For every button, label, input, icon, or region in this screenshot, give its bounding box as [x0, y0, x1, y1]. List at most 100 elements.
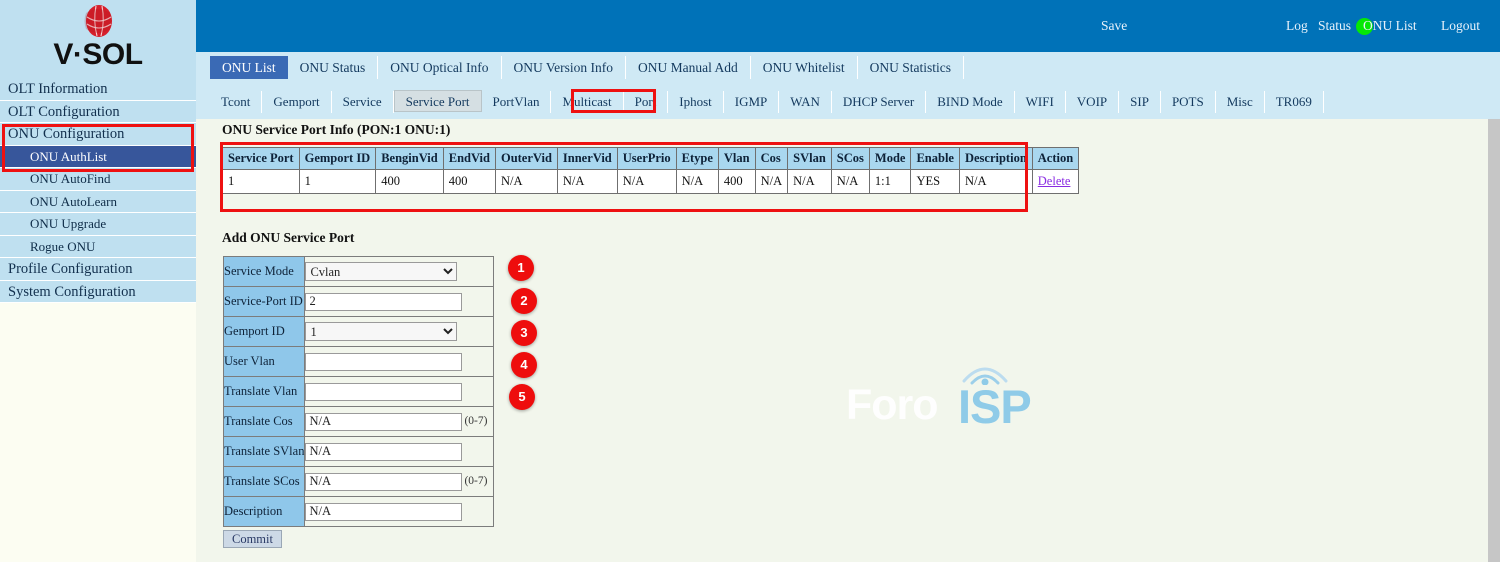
tab-tcont[interactable]: Tcont	[210, 91, 263, 113]
service-port-id-input[interactable]	[305, 292, 463, 311]
form-row-translate-svlan: Translate SVlan	[222, 436, 495, 467]
logout-link[interactable]: Logout	[1441, 18, 1480, 34]
tab-igmp[interactable]: IGMP	[723, 91, 780, 113]
tab-misc[interactable]: Misc	[1215, 91, 1265, 113]
tab-onu-list[interactable]: ONU List	[210, 56, 288, 79]
commit-button[interactable]: Commit	[223, 530, 282, 548]
form-row-translate-scos: Translate SCos (0-7)	[222, 466, 495, 497]
sidebar-item-label: Profile Configuration	[8, 261, 133, 277]
col-description: Description	[958, 147, 1033, 170]
sidebar-item-label: ONU AutoFind	[30, 171, 111, 186]
vertical-scrollbar[interactable]	[1488, 119, 1500, 562]
watermark-text-right: ISP	[958, 380, 1032, 433]
cell-cos: N/A	[754, 169, 789, 194]
translate-cos-input[interactable]	[305, 412, 463, 431]
tab-voip[interactable]: VOIP	[1065, 91, 1120, 113]
watermark: Foro ISP	[846, 359, 1056, 439]
label-gemport-id: Gemport ID	[222, 316, 306, 347]
sidebar-item-olt-information[interactable]: OLT Information	[0, 78, 196, 101]
form-row-translate-vlan: Translate Vlan	[222, 376, 495, 407]
col-etype: Etype	[675, 147, 719, 170]
cell-scos: N/A	[830, 169, 870, 194]
col-inner-vid: InnerVid	[556, 147, 618, 170]
tab-onu-whitelist[interactable]: ONU Whitelist	[750, 56, 858, 79]
sidebar-item-onu-upgrade[interactable]: ONU Upgrade	[0, 213, 196, 236]
sidebar-nav: OLT Information OLT Configuration ONU Co…	[0, 78, 196, 303]
tab-gemport[interactable]: Gemport	[262, 91, 332, 113]
col-service-port: Service Port	[222, 147, 300, 170]
step-badge-3: 3	[511, 320, 537, 346]
sidebar-item-label: ONU Configuration	[8, 126, 125, 142]
col-gemport-id: Gemport ID	[298, 147, 377, 170]
onu-list-link[interactable]: ONU List	[1363, 18, 1417, 34]
col-svlan: SVlan	[787, 147, 832, 170]
sidebar-item-onu-autofind[interactable]: ONU AutoFind	[0, 168, 196, 191]
service-mode-select[interactable]: Cvlan	[305, 262, 458, 281]
tab-service-port[interactable]: Service Port	[393, 90, 482, 112]
sidebar-item-label: OLT Configuration	[8, 103, 120, 120]
add-service-port-title: Add ONU Service Port	[222, 230, 355, 245]
cell-action: Delete	[1031, 169, 1080, 194]
step-badge-2: 2	[511, 288, 537, 314]
sidebar-item-onu-autolearn[interactable]: ONU AutoLearn	[0, 190, 196, 213]
tab-onu-manual-add[interactable]: ONU Manual Add	[626, 56, 751, 79]
sidebar-item-profile-configuration[interactable]: Profile Configuration	[0, 258, 196, 281]
translate-svlan-input[interactable]	[305, 442, 463, 461]
gemport-id-select[interactable]: 1	[305, 322, 458, 341]
delete-link[interactable]: Delete	[1038, 174, 1071, 188]
tab-onu-optical-info[interactable]: ONU Optical Info	[378, 56, 502, 79]
tab-port[interactable]: Port	[623, 91, 669, 113]
step-badge-4: 4	[511, 352, 537, 378]
cell-gemport-id: 1	[298, 169, 377, 194]
table-header-row: Service Port Gemport ID BenginVid EndVid…	[222, 147, 1080, 170]
col-mode: Mode	[868, 147, 912, 170]
translate-scos-input[interactable]	[305, 472, 463, 491]
cell-enable: YES	[910, 169, 960, 194]
table-row: 1 1 400 400 N/A N/A N/A N/A 400 N/A N/A …	[222, 169, 1080, 194]
col-cos: Cos	[754, 147, 789, 170]
tab-tr069[interactable]: TR069	[1264, 91, 1324, 113]
col-outer-vid: OuterVid	[494, 147, 558, 170]
application-window: V·SOL OLT Information OLT Configuration …	[0, 0, 1500, 562]
tab-wan[interactable]: WAN	[779, 91, 832, 113]
sidebar-item-onu-authlist[interactable]: ONU AuthList	[0, 145, 196, 168]
cell-description: N/A	[958, 169, 1033, 194]
status-link[interactable]: Status	[1318, 18, 1351, 34]
tab-onu-statistics[interactable]: ONU Statistics	[857, 56, 965, 79]
sidebar-item-onu-configuration[interactable]: ONU Configuration	[0, 123, 196, 146]
sidebar-item-rogue-onu[interactable]: Rogue ONU	[0, 235, 196, 258]
service-port-info-title: ONU Service Port Info (PON:1 ONU:1)	[222, 122, 451, 137]
brand-header: V·SOL	[0, 0, 196, 78]
sidebar-item-system-configuration[interactable]: System Configuration	[0, 280, 196, 303]
brand-name: V·SOL	[53, 38, 143, 71]
tab-sip[interactable]: SIP	[1119, 91, 1161, 113]
sidebar-item-olt-configuration[interactable]: OLT Configuration	[0, 100, 196, 123]
cell-service-port: 1	[222, 169, 300, 194]
tab-multicast[interactable]: Multicast	[551, 91, 624, 113]
label-translate-vlan: Translate Vlan	[222, 376, 306, 407]
tab-wifi[interactable]: WIFI	[1014, 91, 1066, 113]
user-vlan-input[interactable]	[305, 352, 463, 371]
tab-onu-version-info[interactable]: ONU Version Info	[501, 56, 626, 79]
cell-vlan: 400	[717, 169, 756, 194]
description-input[interactable]	[305, 502, 463, 521]
col-end-vid: EndVid	[442, 147, 496, 170]
signal-waves-icon	[958, 359, 1012, 390]
tab-service[interactable]: Service	[331, 91, 394, 113]
cell-outer-vid: N/A	[494, 169, 558, 194]
save-button[interactable]: Save	[1101, 18, 1127, 34]
hint-translate-cos: (0-7)	[464, 415, 488, 428]
tab-iphost[interactable]: Iphost	[668, 91, 724, 113]
watermark-text-left: Foro	[846, 381, 939, 429]
tab-pots[interactable]: POTS	[1160, 91, 1216, 113]
tab-portvlan[interactable]: PortVlan	[481, 91, 552, 113]
translate-vlan-input[interactable]	[305, 382, 463, 401]
tab-onu-status[interactable]: ONU Status	[287, 56, 379, 79]
log-link[interactable]: Log	[1286, 18, 1308, 34]
add-service-port-form: Service Mode Cvlan Service-Port ID Gempo…	[222, 256, 495, 527]
service-port-info-table: Service Port Gemport ID BenginVid EndVid…	[222, 147, 1080, 194]
sidebar-item-label: ONU AutoLearn	[30, 193, 118, 209]
tab-dhcp-server[interactable]: DHCP Server	[831, 91, 927, 113]
sidebar-filler	[0, 303, 196, 557]
tab-bind-mode[interactable]: BIND Mode	[926, 91, 1015, 113]
